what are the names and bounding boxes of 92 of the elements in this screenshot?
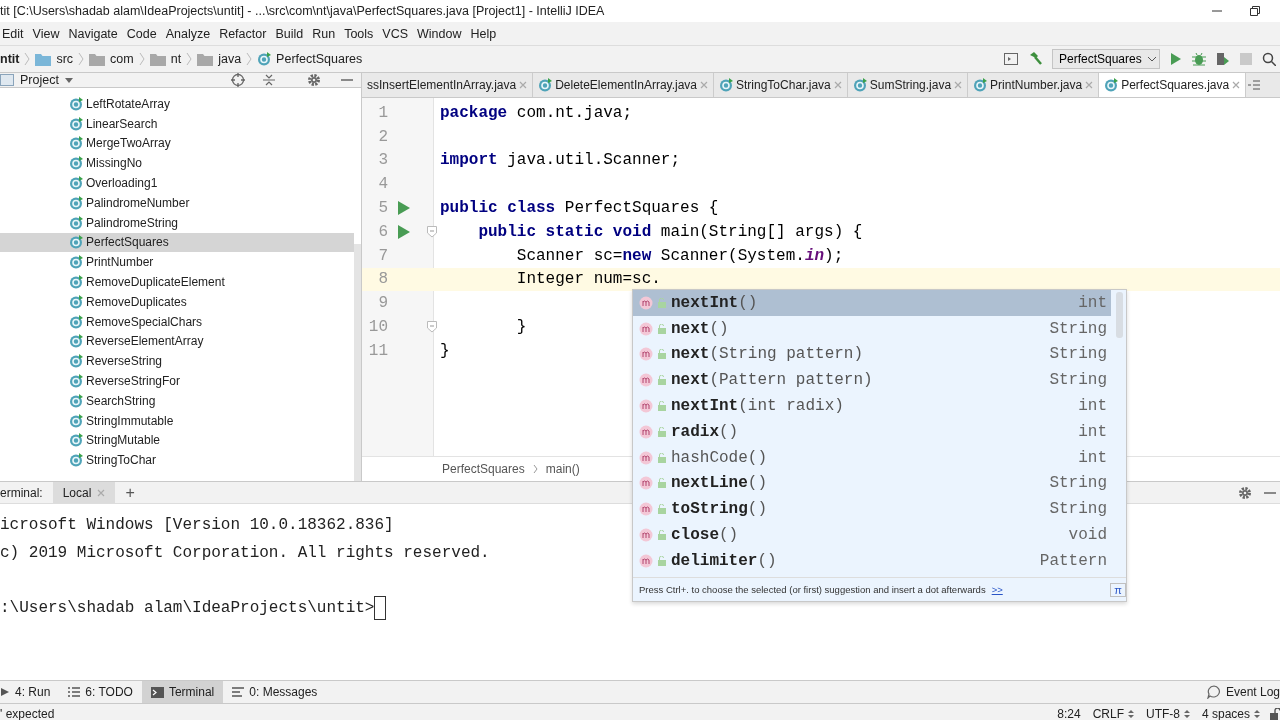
menu-item[interactable]: Help [468,26,504,41]
tool-window-button[interactable]: 4: Run [0,681,60,703]
tree-item[interactable]: PrintNumber [86,255,154,270]
tree-item[interactable]: MergeTwoArray [86,136,171,151]
tree-item[interactable]: RemoveDuplicateElement [86,275,225,290]
hint-text: Press Ctrl+. to choose the selected (or first) suggestion and insert a dot afterwards [639,584,986,595]
tree-item[interactable]: Overloading1 [86,176,158,191]
menu-item[interactable]: Tools [342,26,381,41]
line-number: 1 [377,103,388,122]
tree-item[interactable]: ReverseElementArray [86,334,204,349]
line-number: 7 [377,246,388,265]
breadcrumb-item[interactable]: com [110,52,134,66]
editor-tab[interactable]: PerfectSquares.java [1099,73,1247,97]
line-number: 5 [377,199,388,218]
terminal-tab[interactable]: Local [52,482,116,503]
tree-item[interactable]: PalindromeString [86,215,179,230]
suggestion-item[interactable]: delimiter() Pattern [633,547,1111,574]
terminal-output: icrosoft Windows [Version 10.0.18362.836] [0,516,394,534]
more-link[interactable]: >> [991,584,1003,595]
breadcrumb-item[interactable]: src [56,52,74,66]
code-line: public static void main(String[] args) { [477,222,863,241]
breadcrumb-item[interactable]: PerfectSquares [442,462,525,476]
line-number: 8 [377,270,388,289]
menu-item[interactable]: Analyze [163,26,218,41]
breadcrumb-item[interactable]: nt [170,52,182,66]
menu-item[interactable]: Code [124,26,164,41]
code-line: } [515,318,527,337]
line-number: 9 [377,294,388,313]
code-line: } [439,341,450,360]
suggestion-item[interactable]: hashCode() int [633,444,1111,471]
menu-item[interactable]: Window [415,26,469,41]
suggestion-item[interactable]: radix() int [633,419,1111,445]
tree-item[interactable]: MissingNo [86,156,142,171]
caret-position[interactable]: 8:24 [1051,706,1087,720]
tree-item[interactable]: RemoveDuplicates [86,294,187,309]
tool-window-button[interactable]: 0: Messages [223,681,327,703]
suggestion-item[interactable]: next() String [633,315,1111,342]
line-number: 10 [367,318,388,337]
breadcrumb-item[interactable]: ntit [0,52,20,66]
breadcrumb-item[interactable]: PerfectSquares [276,52,363,66]
code-line: Integer num=sc. [515,270,661,289]
menu-item[interactable]: Refactor [217,26,274,41]
run-configuration-dropdown[interactable]: PerfectSquares [1052,49,1160,69]
menu-item[interactable]: Build [273,26,311,41]
line-number: 4 [377,175,388,194]
tree-item[interactable]: PerfectSquares [86,235,169,250]
window-title: tit [C:\Users\shadab alam\IdeaProjects\untit] - ...\src\com\nt\java\PerfectSquares.java [Project1] - IntelliJ IDEA [0,4,605,18]
code-line: package com.nt.java; [439,103,633,122]
tree-item[interactable]: RemoveSpecialChars [86,314,203,329]
tree-item[interactable]: LeftRotateArray [86,96,171,111]
status-message: ' expected [0,706,56,720]
encoding-selector[interactable]: UTF-8 [1139,706,1196,720]
terminal-prompt: :\Users\shadab alam\IdeaProjects\untit> [0,599,375,617]
tree-item[interactable]: StringMutable [86,433,161,448]
tool-window-button[interactable]: 6: TODO [59,681,142,703]
line-number: 11 [367,341,388,360]
tree-item[interactable]: SearchString [86,393,156,408]
suggestion-item[interactable]: next(Pattern pattern) String [633,367,1111,394]
suggestion-item[interactable]: nextLine() String [633,470,1111,497]
code-line: import java.util.Scanner; [439,151,681,170]
line-number: 3 [377,151,388,170]
pi-button[interactable]: π [1110,582,1126,597]
tool-window-button[interactable]: Terminal [141,681,224,703]
suggestion-item[interactable]: toString() String [633,496,1111,523]
panel-title[interactable]: Project [20,73,59,87]
panel-title: erminal: [0,485,44,500]
line-number: 2 [377,127,388,146]
suggestion-item[interactable]: nextInt(int radix) int [633,393,1111,419]
suggestion-item[interactable]: nextInt() int [633,290,1111,316]
code-line: public class PerfectSquares { [439,199,719,218]
line-number: 6 [377,222,388,241]
menu-item[interactable]: View [30,26,67,41]
tree-item[interactable]: StringToChar [86,453,157,468]
event-log-button[interactable]: Event Log [1197,681,1280,703]
line-separator-selector[interactable]: CRLF [1086,706,1140,720]
menu-item[interactable]: Run [310,26,343,41]
tree-item[interactable]: PalindromeNumber [86,195,190,210]
tree-item[interactable]: LinearSearch [86,116,158,131]
tree-item[interactable]: ReverseString [86,354,163,369]
add-tab-button[interactable]: + [115,483,145,502]
suggestion-item[interactable]: close() void [633,522,1111,548]
breadcrumb-item[interactable]: main() [545,462,580,476]
menu-item[interactable]: VCS [380,26,415,41]
code-line: Scanner sc=new Scanner(System.in); [515,246,844,265]
breadcrumb-item[interactable]: java [218,52,242,66]
tree-item[interactable]: StringImmutable [86,413,174,428]
indent-selector[interactable]: 4 spaces [1195,706,1266,720]
terminal-output: c) 2019 Microsoft Corporation. All rights reserved. [0,544,490,562]
menu-item[interactable]: Edit [0,26,31,41]
suggestion-item[interactable]: next(String pattern) String [633,341,1111,368]
tree-item[interactable]: ReverseStringFor [86,374,181,389]
menu-item[interactable]: Navigate [66,26,125,41]
